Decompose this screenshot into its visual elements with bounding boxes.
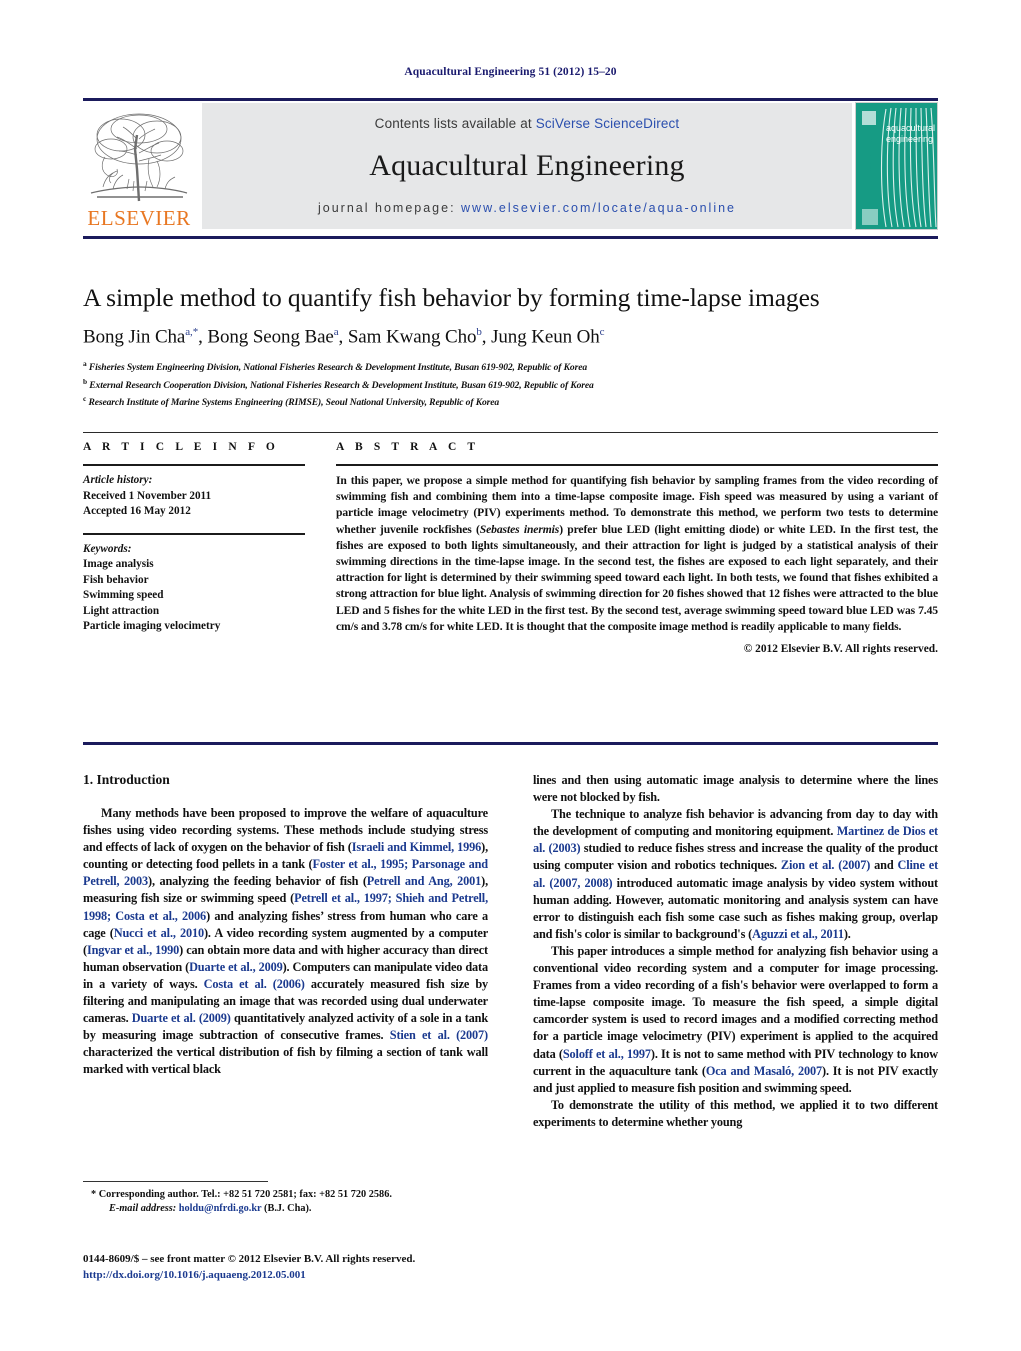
affiliation-mark: c	[83, 394, 87, 404]
body-text: characterized the vertical distribution …	[83, 1045, 488, 1077]
citation-link[interactable]: Ingvar et al., 1990	[87, 943, 179, 957]
citation-link[interactable]: Stien et al. (2007)	[390, 1028, 488, 1042]
cover-title-line-1: aquacultural	[886, 123, 935, 133]
elsevier-tree-icon	[90, 113, 188, 202]
body-text: ).	[843, 926, 851, 941]
citation-link[interactable]: Zion et al. (2007)	[781, 858, 870, 872]
affiliation-mark: a	[83, 359, 87, 368]
keyword-item: Light attraction	[83, 604, 160, 617]
history-accepted: Accepted 16 May 2012	[83, 505, 191, 517]
email-suffix: (B.J. Cha).	[264, 1203, 312, 1215]
body-text: To demonstrate the utility of this metho…	[533, 1097, 938, 1129]
journal-header-band: Contents lists available at SciVerse Sci…	[202, 103, 852, 229]
affiliation-mark: b	[83, 376, 87, 386]
citation-link[interactable]: Nucci et al., 2010	[114, 926, 204, 940]
author-name: Jung Keun Oh	[491, 326, 600, 348]
page-footer: 0144-8609/$ – see front matter © 2012 El…	[83, 1252, 723, 1283]
keywords-label: Keywords:	[83, 542, 132, 555]
citation-link[interactable]: Duarte et al., 2009	[189, 960, 283, 974]
keyword-item: Image analysis	[83, 558, 154, 570]
citation-link[interactable]: Petrell and Ang, 2001	[367, 874, 481, 888]
citation-link[interactable]: Oca and Masaló, 2007	[706, 1064, 822, 1078]
author-name: Sam Kwang Cho	[347, 326, 477, 348]
citation-link[interactable]: Israeli and Kimmel, 1996	[352, 840, 482, 854]
abstract-part-2: ) prefer blue LED (light emitting diode)…	[336, 522, 938, 633]
article-info-column: A R T I C L E I N F O Article history: R…	[83, 441, 305, 635]
citation-link[interactable]: Soloff et al., 1997	[563, 1047, 651, 1061]
affiliation: a Fisheries System Engineering Division,…	[83, 359, 588, 374]
author-affiliation-mark: c	[599, 326, 605, 338]
author-affiliation-mark: a,*	[185, 326, 199, 338]
footnote-rule	[83, 1181, 268, 1182]
sciencedirect-link[interactable]: SciVerse ScienceDirect	[536, 116, 680, 131]
issn-copyright-line: 0144-8609/$ – see front matter © 2012 El…	[83, 1253, 416, 1265]
article-history-label: Article history:	[83, 474, 153, 486]
affiliation-list: a Fisheries System Engineering Division,…	[83, 357, 953, 410]
email-link[interactable]: holdu@nfrdi.go.kr	[179, 1203, 262, 1214]
author-affiliation-mark: b	[476, 326, 482, 338]
contents-lists-line: Contents lists available at SciVerse Sci…	[375, 116, 680, 131]
info-bottom-rule	[83, 742, 938, 745]
doi-link[interactable]: http://dx.doi.org/10.1016/j.aquaeng.2012…	[83, 1268, 723, 1284]
body-column-left: 1. Introduction Many methods have been p…	[83, 772, 488, 1079]
cover-artwork: aquacultural engineering	[856, 103, 937, 229]
page-title: A simple method to quantify fish behavio…	[83, 283, 820, 312]
citation-link[interactable]: Aguzzi et al., 2011	[752, 927, 844, 941]
elsevier-wordmark: ELSEVIER	[87, 206, 191, 230]
citation-link[interactable]: Duarte et al. (2009)	[132, 1011, 231, 1025]
body-text: ), analyzing the feeding behavior of fis…	[148, 874, 367, 889]
citation-link[interactable]: Costa et al. (2006)	[204, 977, 305, 991]
abstract-column: A B S T R A C T In this paper, we propos…	[336, 441, 938, 655]
keyword-item: Fish behavior	[83, 573, 149, 586]
cover-title-line-2: engineering	[886, 134, 933, 144]
info-top-rule	[83, 432, 938, 433]
author-affiliation-mark: a	[333, 326, 339, 338]
article-info-divider	[83, 464, 305, 466]
journal-homepage-url[interactable]: www.elsevier.com/locate/aqua-online	[461, 201, 736, 215]
affiliation: c Research Institute of Marine Systems E…	[83, 394, 500, 409]
paragraph: Many methods have been proposed to impro…	[83, 805, 488, 1079]
corresponding-author-footnote: * Corresponding author. Tel.: +82 51 720…	[83, 1188, 503, 1217]
journal-masthead: ELSEVIER Contents lists available at Sci…	[83, 100, 938, 232]
homepage-prefix: journal homepage:	[318, 201, 462, 215]
keyword-item: Swimming speed	[83, 589, 164, 601]
section-heading-introduction: 1. Introduction	[83, 772, 170, 787]
journal-title: Aquacultural Engineering	[369, 149, 685, 182]
paragraph: This paper introduces a simple method fo…	[533, 943, 938, 1097]
body-text: and	[870, 858, 898, 873]
elsevier-logo: ELSEVIER	[83, 103, 195, 229]
paragraph: The technique to analyze fish behavior i…	[533, 806, 938, 943]
masthead-bottom-rule	[83, 236, 938, 239]
abstract-text: In this paper, we propose a simple metho…	[336, 473, 938, 635]
abstract-heading: A B S T R A C T	[336, 441, 480, 453]
history-received: Received 1 November 2011	[83, 489, 212, 502]
paragraph: lines and then using automatic image ana…	[533, 772, 938, 806]
author-list: Bong Jin Chaa,*, Bong Seong Baea, Sam Kw…	[83, 326, 605, 348]
keyword-item: Particle imaging velocimetry	[83, 620, 221, 632]
body-text: lines and then using automatic image ana…	[533, 773, 938, 805]
paper-page: Aquacultural Engineering 51 (2012) 15–20	[0, 0, 1021, 1351]
journal-cover-thumbnail: aquacultural engineering	[855, 102, 938, 230]
corresponding-author-line: * Corresponding author. Tel.: +82 51 720…	[91, 1189, 392, 1200]
copyright-line: © 2012 Elsevier B.V. All rights reserved…	[743, 643, 938, 656]
affiliation: b External Research Cooperation Division…	[83, 376, 594, 391]
body-column-right: lines and then using automatic image ana…	[533, 772, 938, 1131]
paragraph: To demonstrate the utility of this metho…	[533, 1097, 938, 1131]
keywords-divider	[83, 532, 305, 535]
abstract-divider	[336, 464, 938, 466]
author-name: Bong Seong Bae	[207, 326, 334, 348]
species-name: Sebastes inermis	[479, 522, 560, 536]
body-text: This paper introduces a simple method fo…	[533, 943, 938, 1061]
journal-homepage-line: journal homepage: www.elsevier.com/locat…	[318, 201, 736, 215]
contents-prefix: Contents lists available at	[374, 116, 536, 131]
email-line: E-mail address: holdu@nfrdi.go.kr (B.J. …	[83, 1202, 503, 1216]
email-label: E-mail address:	[109, 1203, 177, 1215]
article-info-heading: A R T I C L E I N F O	[83, 441, 279, 453]
running-head: Aquacultural Engineering 51 (2012) 15–20	[404, 66, 617, 78]
author-name: Bong Jin Cha	[83, 326, 186, 348]
